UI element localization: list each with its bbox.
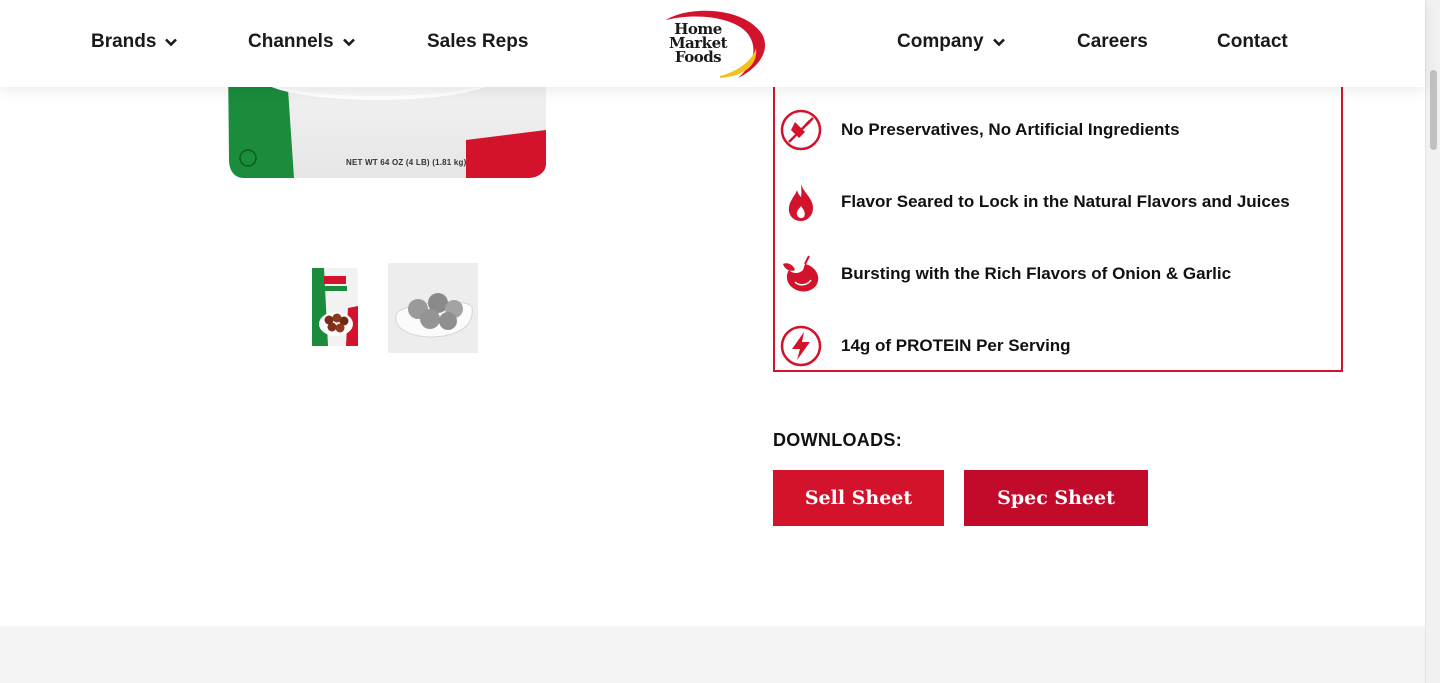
nav-careers-label: Careers	[1077, 31, 1148, 52]
site-header: Brands Channels Sales Reps Home Market F…	[0, 0, 1425, 87]
product-thumbnail-serving[interactable]	[388, 263, 478, 353]
feature-text: Flavor Seared to Lock in the Natural Fla…	[841, 192, 1290, 211]
page-scrollbar[interactable]	[1425, 0, 1440, 683]
nav-brands[interactable]: Brands	[91, 31, 178, 53]
nav-company-label: Company	[897, 31, 984, 52]
feature-item: No Preservatives, No Artificial Ingredie…	[779, 108, 1180, 152]
downloads-heading: DOWNLOADS:	[773, 430, 902, 450]
scrollbar-thumb[interactable]	[1430, 70, 1437, 150]
nav-sales-reps[interactable]: Sales Reps	[427, 31, 528, 53]
footer-section	[0, 626, 1425, 683]
nav-company[interactable]: Company	[897, 31, 1006, 53]
spec-sheet-button[interactable]: Spec Sheet	[964, 470, 1148, 526]
chevron-down-icon	[165, 38, 178, 47]
no-preservatives-icon	[780, 109, 822, 151]
nav-brands-label: Brands	[91, 31, 157, 52]
bag-net-weight: NET WT 64 OZ (4 LB) (1.81 kg)	[346, 158, 467, 167]
feature-item: Bursting with the Rich Flavors of Onion …	[779, 252, 1231, 296]
logo-line-3: Foods	[674, 48, 722, 66]
product-thumbnail-bag[interactable]	[310, 268, 360, 348]
nav-careers[interactable]: Careers	[1077, 31, 1148, 53]
nav-channels-label: Channels	[248, 31, 334, 52]
feature-text: No Preservatives, No Artificial Ingredie…	[841, 120, 1180, 139]
chevron-down-icon	[992, 38, 1005, 47]
nav-channels[interactable]: Channels	[248, 31, 356, 53]
product-features-box: No Preservatives, No Artificial Ingredie…	[773, 86, 1343, 372]
lightning-icon	[780, 325, 822, 367]
thumbnail-serving-image	[388, 263, 478, 353]
feature-text: 14g of PROTEIN Per Serving	[841, 336, 1071, 355]
home-market-foods-logo[interactable]: Home Market Foods	[658, 8, 768, 80]
feature-text: Bursting with the Rich Flavors of Onion …	[841, 264, 1232, 283]
nav-contact[interactable]: Contact	[1217, 31, 1288, 53]
onion-garlic-icon	[783, 255, 819, 292]
sell-sheet-button[interactable]: Sell Sheet	[773, 470, 944, 526]
chevron-down-icon	[342, 38, 355, 47]
nav-contact-label: Contact	[1217, 31, 1288, 52]
feature-item: Flavor Seared to Lock in the Natural Fla…	[779, 180, 1290, 224]
flame-icon	[788, 184, 813, 221]
logo-wordmark: Home Market Foods	[658, 22, 738, 66]
thumbnail-bag-image	[312, 268, 358, 346]
feature-item: 14g of PROTEIN Per Serving	[779, 324, 1071, 368]
nav-sales-reps-label: Sales Reps	[427, 31, 529, 52]
